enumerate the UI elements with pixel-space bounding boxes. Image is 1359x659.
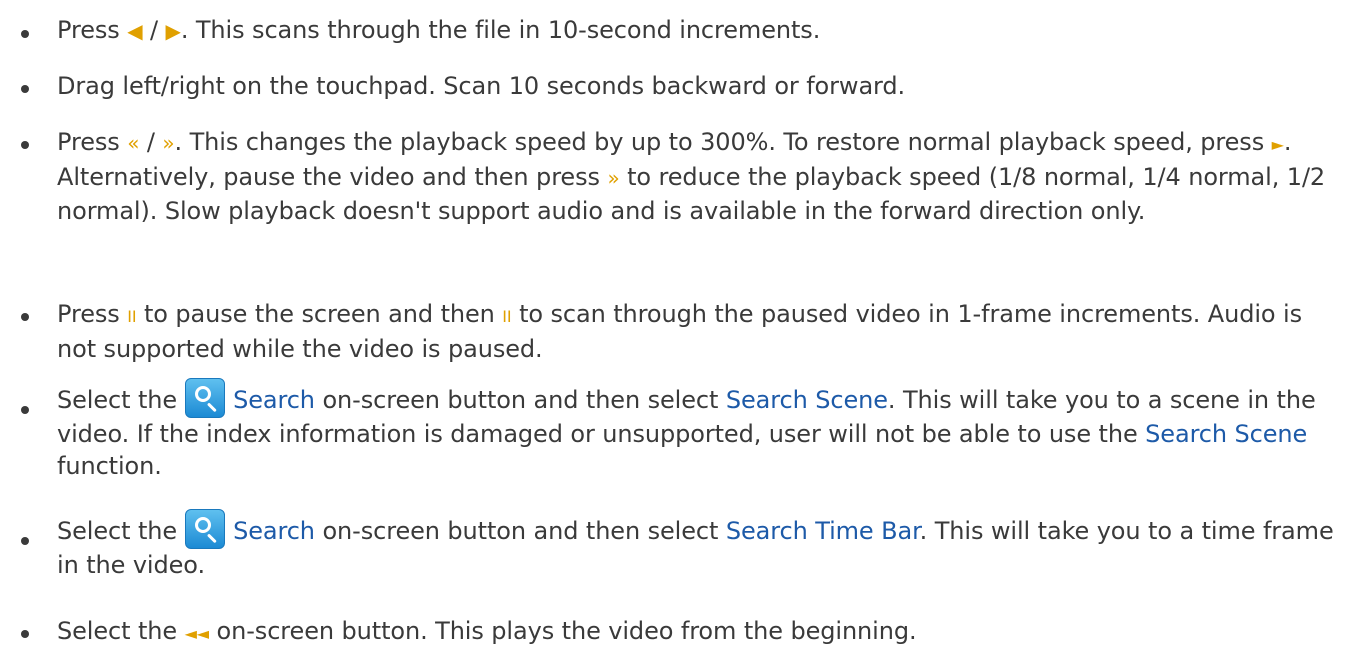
bullet-icon xyxy=(21,537,29,545)
fast-forward-icon: » xyxy=(162,131,175,155)
bullet-icon xyxy=(21,313,29,321)
search-keyword: Search xyxy=(233,517,315,545)
list-item-text: Select the ◄◄ on-screen button. This pla… xyxy=(57,617,917,645)
bullet-icon xyxy=(21,85,29,93)
list-item-text: Select the Search on-screen button and th… xyxy=(57,378,1347,482)
search-icon xyxy=(185,378,226,418)
fast-forward-icon: » xyxy=(607,166,620,190)
search-scene-keyword: Search Scene xyxy=(1145,420,1308,448)
bullet-icon xyxy=(21,141,29,149)
right-arrow-icon: ▶ xyxy=(165,19,181,43)
list-item-text: Press « / ». This changes the playback s… xyxy=(57,128,1326,225)
bullet-icon xyxy=(21,406,29,414)
skip-to-start-icon: ◄◄ xyxy=(184,624,210,643)
left-arrow-icon: ◀ xyxy=(127,19,143,43)
search-keyword: Search xyxy=(233,386,315,414)
pause-icon: II xyxy=(502,307,512,326)
list-item-text: Press II to pause the screen and then II… xyxy=(57,300,1303,363)
bullet-icon xyxy=(21,30,29,38)
rewind-icon: « xyxy=(127,131,140,155)
list-item-text: Press ◀ / ▶. This scans through the file… xyxy=(57,16,821,44)
search-time-bar-keyword: Search Time Bar xyxy=(725,517,920,545)
bullet-icon xyxy=(21,630,29,638)
search-scene-keyword: Search Scene xyxy=(725,386,888,414)
list-item-text: Select the Search on-screen button and th… xyxy=(57,509,1347,581)
list-item-text: Drag left/right on the touchpad. Scan 10… xyxy=(57,72,906,100)
search-icon xyxy=(185,509,226,549)
play-icon: ► xyxy=(1271,135,1284,154)
